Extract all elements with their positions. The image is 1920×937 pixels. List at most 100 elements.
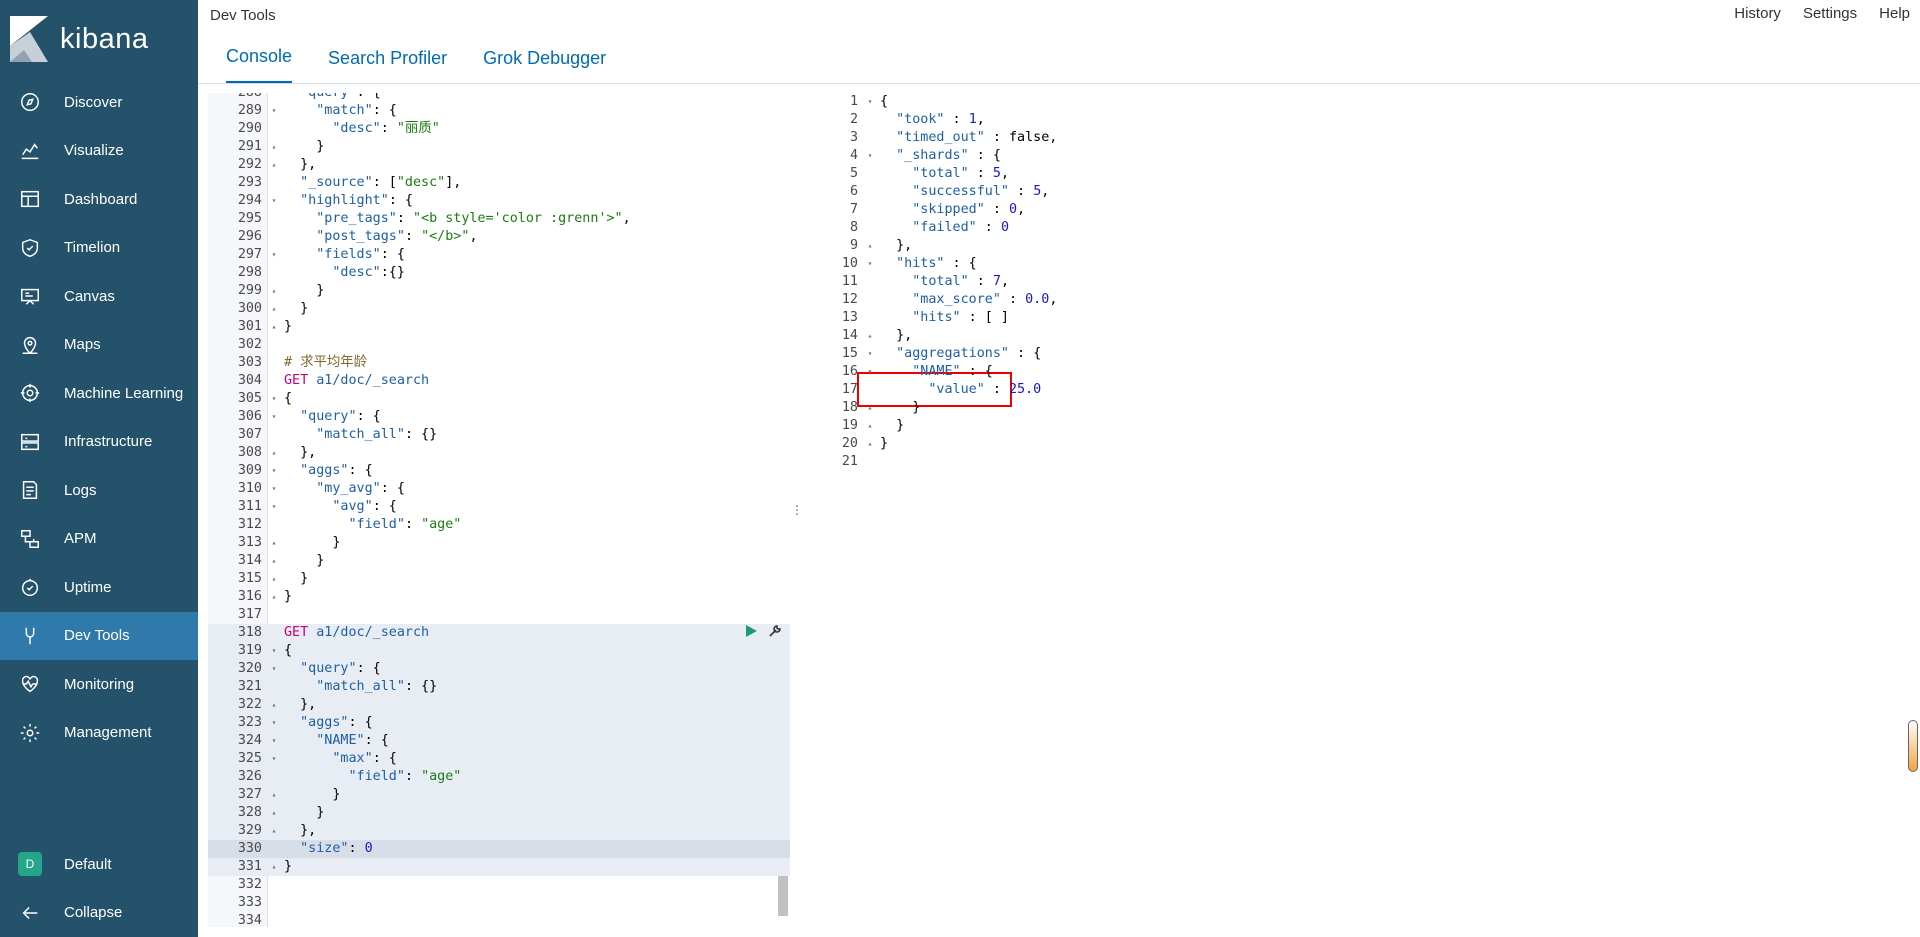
code-line[interactable]: 288 "query": { xyxy=(208,93,790,102)
fold-toggle[interactable] xyxy=(864,183,876,201)
code-line[interactable]: 326 "field": "age" xyxy=(208,768,790,786)
code-line[interactable]: 300 ▴ } xyxy=(208,300,790,318)
code-line[interactable]: 306 ▾ "query": { xyxy=(208,408,790,426)
code-line[interactable]: 302 xyxy=(208,336,790,354)
code-line[interactable]: 14 ▴ }, xyxy=(804,327,1918,345)
pane-resizer[interactable]: ⋮ xyxy=(790,93,804,927)
fold-toggle[interactable]: ▾ xyxy=(864,255,876,273)
fold-toggle[interactable] xyxy=(864,201,876,219)
fold-toggle[interactable] xyxy=(268,426,280,444)
sidebar-item-discover[interactable]: Discover xyxy=(0,78,198,127)
sidebar-item-infrastructure[interactable]: Infrastructure xyxy=(0,418,198,467)
code-line[interactable]: 308 ▴ }, xyxy=(208,444,790,462)
fold-toggle[interactable]: ▾ xyxy=(268,660,280,678)
fold-toggle[interactable] xyxy=(268,768,280,786)
fold-toggle[interactable]: ▴ xyxy=(864,417,876,435)
code-line[interactable]: 7 "skipped" : 0, xyxy=(804,201,1918,219)
code-line[interactable]: 311 ▾ "avg": { xyxy=(208,498,790,516)
fold-toggle[interactable] xyxy=(268,228,280,246)
code-line[interactable]: 296 "post_tags": "</b>", xyxy=(208,228,790,246)
fold-toggle[interactable]: ▴ xyxy=(268,552,280,570)
fold-toggle[interactable] xyxy=(864,129,876,147)
code-line[interactable]: 17 "value" : 25.0 xyxy=(804,381,1918,399)
history-link[interactable]: History xyxy=(1734,5,1781,22)
kibana-logo[interactable]: kibana xyxy=(0,0,198,78)
fold-toggle[interactable]: ▾ xyxy=(268,390,280,408)
fold-toggle[interactable]: ▾ xyxy=(268,714,280,732)
tab-search-profiler[interactable]: Search Profiler xyxy=(328,48,465,83)
fold-toggle[interactable]: ▴ xyxy=(268,138,280,156)
code-line[interactable]: 8 "failed" : 0 xyxy=(804,219,1918,237)
code-line[interactable]: 301 ▴} xyxy=(208,318,790,336)
code-line[interactable]: 297 ▾ "fields": { xyxy=(208,246,790,264)
fold-toggle[interactable] xyxy=(864,273,876,291)
fold-toggle[interactable] xyxy=(864,381,876,399)
fold-toggle[interactable]: ▾ xyxy=(268,750,280,768)
code-line[interactable]: 313 ▴ } xyxy=(208,534,790,552)
fold-toggle[interactable]: ▴ xyxy=(268,588,280,606)
fold-toggle[interactable] xyxy=(268,210,280,228)
code-line[interactable]: 317 xyxy=(208,606,790,624)
code-line[interactable]: 292 ▴ }, xyxy=(208,156,790,174)
collapse-button[interactable]: Collapse xyxy=(0,889,198,937)
fold-toggle[interactable]: ▴ xyxy=(268,822,280,840)
code-line[interactable]: 307 "match_all": {} xyxy=(208,426,790,444)
fold-toggle[interactable]: ▾ xyxy=(268,102,280,120)
fold-toggle[interactable]: ▴ xyxy=(268,570,280,588)
settings-link[interactable]: Settings xyxy=(1803,5,1857,22)
tab-grok-debugger[interactable]: Grok Debugger xyxy=(483,48,624,83)
code-line[interactable]: 333 xyxy=(208,894,790,912)
code-line[interactable]: 295 "pre_tags": "<b style='color :grenn'… xyxy=(208,210,790,228)
code-line[interactable]: 334 xyxy=(208,912,790,927)
code-line[interactable]: 320 ▾ "query": { xyxy=(208,660,790,678)
fold-toggle[interactable] xyxy=(268,336,280,354)
fold-toggle[interactable]: ▴ xyxy=(864,399,876,417)
fold-toggle[interactable] xyxy=(268,354,280,372)
code-line[interactable]: 305 ▾ { xyxy=(208,390,790,408)
fold-toggle[interactable]: ▴ xyxy=(864,435,876,453)
play-icon[interactable] xyxy=(744,624,758,644)
sidebar-item-dashboard[interactable]: Dashboard xyxy=(0,175,198,224)
fold-toggle[interactable] xyxy=(268,516,280,534)
fold-toggle[interactable] xyxy=(268,912,280,927)
fold-toggle[interactable]: ▴ xyxy=(268,786,280,804)
code-line[interactable]: 294 ▾ "highlight": { xyxy=(208,192,790,210)
code-line[interactable]: 21 xyxy=(804,453,1918,471)
fold-toggle[interactable]: ▴ xyxy=(268,156,280,174)
code-line[interactable]: 325 ▾ "max": { xyxy=(208,750,790,768)
code-line[interactable]: 304 GET a1/doc/_search xyxy=(208,372,790,390)
fold-toggle[interactable] xyxy=(864,111,876,129)
code-line[interactable]: 316 ▴} xyxy=(208,588,790,606)
fold-toggle[interactable] xyxy=(864,165,876,183)
fold-toggle[interactable]: ▴ xyxy=(268,318,280,336)
fold-toggle[interactable]: ▾ xyxy=(864,363,876,381)
code-line[interactable]: 20 ▴} xyxy=(804,435,1918,453)
fold-toggle[interactable] xyxy=(268,624,280,642)
code-line[interactable]: 299 ▴ } xyxy=(208,282,790,300)
fold-toggle[interactable] xyxy=(268,678,280,696)
fold-toggle[interactable]: ▾ xyxy=(268,246,280,264)
code-line[interactable]: 327 ▴ } xyxy=(208,786,790,804)
code-line[interactable]: 303 # 求平均年龄 xyxy=(208,354,790,372)
code-line[interactable]: 293 "_source": ["desc"], xyxy=(208,174,790,192)
sidebar-item-maps[interactable]: Maps xyxy=(0,321,198,370)
fold-toggle[interactable]: ▾ xyxy=(268,408,280,426)
fold-toggle[interactable]: ▴ xyxy=(864,237,876,255)
code-line[interactable]: 319 ▾ { xyxy=(208,642,790,660)
sidebar-item-timelion[interactable]: Timelion xyxy=(0,224,198,273)
code-line[interactable]: 328 ▴ } xyxy=(208,804,790,822)
code-line[interactable]: 321 "match_all": {} xyxy=(208,678,790,696)
fold-toggle[interactable]: ▾ xyxy=(268,480,280,498)
fold-toggle[interactable] xyxy=(268,174,280,192)
fold-toggle[interactable] xyxy=(864,453,876,471)
help-link[interactable]: Help xyxy=(1879,5,1910,22)
fold-toggle[interactable]: ▴ xyxy=(268,696,280,714)
fold-toggle[interactable]: ▾ xyxy=(268,498,280,516)
code-line[interactable]: 323 ▾ "aggs": { xyxy=(208,714,790,732)
space-selector[interactable]: D Default xyxy=(0,840,198,889)
fold-toggle[interactable]: ▾ xyxy=(268,732,280,750)
fold-toggle[interactable]: ▾ xyxy=(864,147,876,165)
code-line[interactable]: 3 "timed_out" : false, xyxy=(804,129,1918,147)
code-line[interactable]: 1 ▾ { xyxy=(804,93,1918,111)
wrench-icon[interactable] xyxy=(768,624,782,644)
